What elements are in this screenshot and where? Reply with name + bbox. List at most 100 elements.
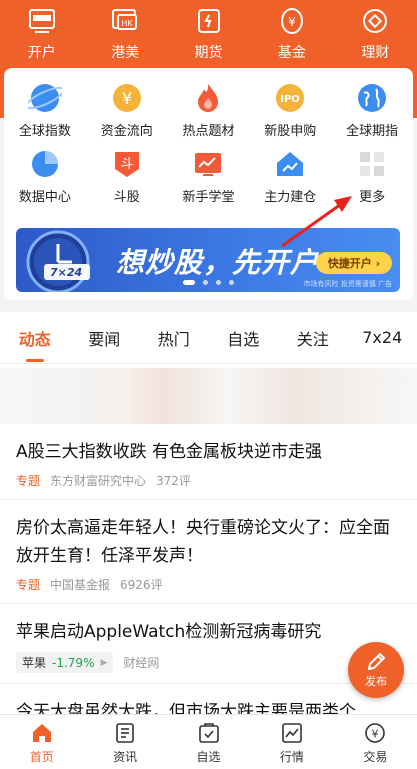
svg-text:¥: ¥ bbox=[372, 728, 379, 741]
grid-label: 新手学堂 bbox=[182, 190, 235, 205]
tab-hot[interactable]: 热门 bbox=[139, 326, 209, 350]
house-chart-icon bbox=[270, 146, 310, 182]
topnav-label: 开户 bbox=[27, 45, 56, 61]
account-open-icon bbox=[27, 4, 57, 38]
grid-label: 全球指数 bbox=[18, 124, 71, 139]
battle-stock-icon: 斗 bbox=[107, 146, 147, 182]
news-title: 苹果启动AppleWatch检测新冠病毒研究 bbox=[16, 622, 322, 642]
stock-chip[interactable]: 苹果 -1.79% ▶ bbox=[16, 652, 114, 673]
publish-button[interactable]: 发布 bbox=[348, 642, 404, 698]
futures-icon bbox=[194, 4, 224, 38]
news-comments: 372评 bbox=[156, 474, 191, 488]
topnav-item-open-account[interactable]: 开户 bbox=[0, 4, 83, 66]
grid-label: 主力建仓 bbox=[264, 190, 317, 205]
chevron-right-icon: ▶ bbox=[100, 657, 108, 668]
pagination-dot-active bbox=[183, 280, 195, 285]
news-icon bbox=[113, 721, 137, 745]
svg-text:¥: ¥ bbox=[122, 89, 132, 108]
bottomnav-label: 资讯 bbox=[113, 750, 138, 764]
grid-label: 数据中心 bbox=[18, 190, 71, 205]
grid-item-tutorial[interactable]: 新手学堂 bbox=[168, 146, 250, 212]
topnav-item-wealth[interactable]: 理财 bbox=[334, 4, 417, 66]
bottom-nav: 首页 资讯 自选 行情 ¥ 交易 bbox=[0, 714, 417, 769]
grid-item-global-index[interactable]: 全球指数 bbox=[4, 80, 86, 146]
bottomnav-label: 行情 bbox=[279, 750, 304, 764]
tab-watchlist[interactable]: 自选 bbox=[209, 326, 279, 350]
top-nav: 开户 HK 港美 期货 ¥ 基金 理财 bbox=[0, 0, 417, 66]
news-item[interactable]: A股三大指数收跌 有色金属板块逆市走强 专题 东方财富研究中心 372评 bbox=[0, 424, 417, 500]
grid-item-main-force[interactable]: 主力建仓 bbox=[249, 146, 331, 212]
bottomnav-watchlist[interactable]: 自选 bbox=[167, 715, 250, 769]
grid-item-money-flow[interactable]: ¥ 资金流向 bbox=[86, 80, 168, 146]
bottomnav-label: 首页 bbox=[29, 750, 54, 764]
bottomnav-label: 自选 bbox=[196, 750, 221, 764]
watchlist-icon bbox=[197, 721, 221, 745]
bottomnav-market[interactable]: 行情 bbox=[250, 715, 333, 769]
banner-badge: 7×24 bbox=[50, 266, 83, 279]
news-title: A股三大指数收跌 有色金属板块逆市走强 bbox=[16, 442, 323, 462]
news-tag: 专题 bbox=[16, 578, 41, 592]
pie-chart-icon bbox=[25, 146, 65, 182]
ipo-icon: IPO bbox=[270, 80, 310, 116]
svg-text:¥: ¥ bbox=[288, 15, 296, 29]
grid-label: 新股申购 bbox=[264, 124, 317, 139]
blurred-ad-strip bbox=[0, 368, 417, 424]
bottomnav-trade[interactable]: ¥ 交易 bbox=[334, 715, 417, 769]
pagination-dot bbox=[229, 280, 234, 285]
more-grid-icon bbox=[352, 146, 392, 182]
bottomnav-label: 交易 bbox=[363, 750, 388, 764]
flame-icon bbox=[188, 80, 228, 116]
grid-item-hot-topics[interactable]: 热点题材 bbox=[168, 80, 250, 146]
quick-entry-grid: 全球指数 ¥ 资金流向 热点题材 IPO 新股申购 全球期指 数据中心 斗 斗股… bbox=[4, 80, 413, 212]
grid-item-data-center[interactable]: 数据中心 bbox=[4, 146, 86, 212]
grid-item-ipo[interactable]: IPO 新股申购 bbox=[249, 80, 331, 146]
wealth-icon bbox=[360, 4, 390, 38]
topnav-item-hk-us[interactable]: HK 港美 bbox=[83, 4, 166, 66]
news-source: 东方财富研究中心 bbox=[50, 474, 147, 488]
tab-headlines[interactable]: 要闻 bbox=[70, 326, 140, 350]
pencil-icon bbox=[367, 652, 386, 671]
globe-icon bbox=[25, 80, 65, 116]
topnav-label: 理财 bbox=[361, 45, 390, 61]
grid-label: 热点题材 bbox=[182, 124, 235, 139]
news-item[interactable]: 房价太高逼走年轻人！央行重磅论文火了：应全面放开生育！任泽平发声！ 专题 中国基… bbox=[0, 500, 417, 604]
topnav-item-futures[interactable]: 期货 bbox=[167, 4, 250, 66]
publish-label: 发布 bbox=[365, 675, 387, 688]
stock-name: 苹果 bbox=[22, 656, 47, 670]
topnav-label: 港美 bbox=[111, 45, 140, 61]
tab-dynamic[interactable]: 动态 bbox=[0, 326, 70, 362]
earth-icon bbox=[352, 80, 392, 116]
topnav-item-fund[interactable]: ¥ 基金 bbox=[250, 4, 333, 66]
news-source: 财经网 bbox=[123, 656, 160, 670]
tab-following[interactable]: 关注 bbox=[278, 326, 348, 350]
quick-open-account-button[interactable]: 快捷开户 › bbox=[316, 252, 392, 274]
grid-label: 资金流向 bbox=[100, 124, 153, 139]
news-meta: 专题 东方财富研究中心 372评 bbox=[16, 472, 401, 489]
grid-item-battle-stock[interactable]: 斗 斗股 bbox=[86, 146, 168, 212]
tab-7x24[interactable]: 7x24 bbox=[348, 328, 417, 347]
grid-item-more[interactable]: 更多 bbox=[331, 146, 413, 212]
news-meta: 专题 中国基金报 6926评 bbox=[16, 576, 401, 593]
grid-label: 全球期指 bbox=[346, 124, 399, 139]
hk-us-icon: HK bbox=[110, 4, 140, 38]
banner-pagination bbox=[4, 280, 413, 285]
tutorial-icon bbox=[188, 146, 228, 182]
news-tag: 专题 bbox=[16, 474, 41, 488]
market-icon bbox=[280, 721, 304, 745]
topnav-label: 期货 bbox=[194, 45, 223, 61]
trade-icon: ¥ bbox=[363, 721, 387, 745]
grid-item-global-futures[interactable]: 全球期指 bbox=[331, 80, 413, 146]
news-source: 中国基金报 bbox=[50, 578, 111, 592]
svg-text:IPO: IPO bbox=[281, 94, 301, 105]
bottomnav-news[interactable]: 资讯 bbox=[83, 715, 166, 769]
quick-entry-card: 全球指数 ¥ 资金流向 热点题材 IPO 新股申购 全球期指 数据中心 斗 斗股… bbox=[4, 68, 413, 300]
svg-text:斗: 斗 bbox=[120, 157, 133, 172]
topnav-label: 基金 bbox=[277, 45, 306, 61]
money-flow-icon: ¥ bbox=[107, 80, 147, 116]
news-comments: 6926评 bbox=[120, 578, 163, 592]
grid-label: 更多 bbox=[359, 190, 386, 205]
bottomnav-home[interactable]: 首页 bbox=[0, 715, 83, 769]
banner-title: 想炒股，先开户 bbox=[116, 246, 320, 279]
news-title: 房价太高逼走年轻人！央行重磅论文火了：应全面放开生育！任泽平发声！ bbox=[16, 518, 390, 566]
app-screen: 开户 HK 港美 期货 ¥ 基金 理财 全球指数 ¥ 资金流向 热点题材 IPO… bbox=[0, 0, 417, 769]
